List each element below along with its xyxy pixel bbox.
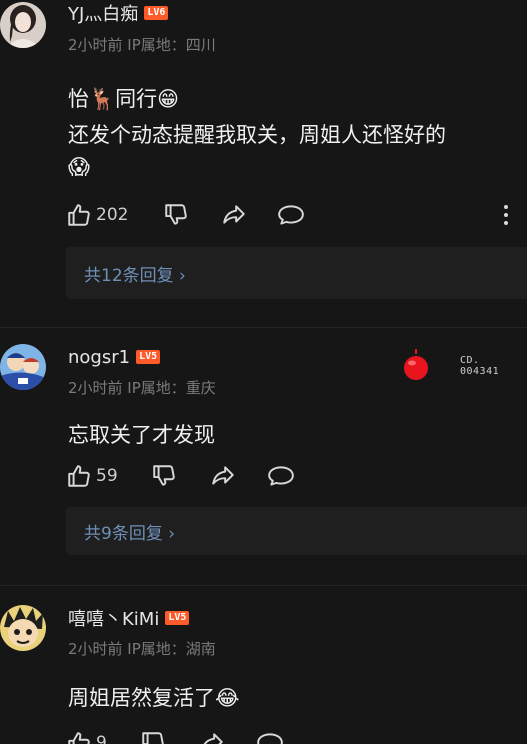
share-button[interactable] xyxy=(199,728,225,744)
comment-list: YJ灬白痴 LV6 2小时前 IP属地：四川 怡🦌同行😁 还发个动态提醒我取关，… xyxy=(0,0,527,744)
comment-meta: 2小时前 IP属地：四川 xyxy=(68,36,216,54)
share-icon xyxy=(203,733,223,744)
speech-bubble-icon xyxy=(278,205,304,225)
comment-button[interactable] xyxy=(277,200,305,230)
replies-count-label[interactable]: 共12条回复 › xyxy=(84,261,186,286)
thumbs-up-icon xyxy=(68,204,90,226)
like-button[interactable]: 9 xyxy=(66,728,107,744)
dislike-button[interactable] xyxy=(140,728,166,744)
share-icon xyxy=(223,205,245,224)
action-bar: 202 xyxy=(66,200,516,230)
replies-link[interactable]: 共9条回复 › xyxy=(66,507,527,555)
level-badge: LV5 xyxy=(136,350,161,364)
comment-button[interactable] xyxy=(256,728,284,744)
replies-count-label[interactable]: 共9条回复 › xyxy=(84,519,175,544)
user-row: YJ灬白痴 LV6 xyxy=(68,0,169,26)
comment-meta: 2小时前 IP属地：湖南 xyxy=(68,640,216,658)
like-button[interactable]: 59 xyxy=(66,461,118,491)
share-button[interactable] xyxy=(221,200,247,230)
like-count: 202 xyxy=(96,205,129,225)
dislike-button[interactable] xyxy=(163,200,189,230)
action-bar: 59 xyxy=(66,461,516,491)
cd-label-line: CD. xyxy=(460,355,480,366)
record-icon xyxy=(404,349,428,380)
thumbs-down-icon xyxy=(142,732,164,744)
record-indicator[interactable] xyxy=(401,348,431,386)
username[interactable]: YJ灬白痴 xyxy=(68,0,138,26)
share-button[interactable] xyxy=(210,461,236,491)
thumbs-up-icon xyxy=(68,732,90,744)
level-badge: LV6 xyxy=(144,6,169,20)
replies-link[interactable]: 共12条回复 › xyxy=(66,247,527,299)
dislike-button[interactable] xyxy=(151,461,177,491)
comment-text-line: 😱 xyxy=(68,155,90,179)
thumbs-up-icon xyxy=(68,465,90,487)
username[interactable]: 嘻嘻丶KiMi xyxy=(68,605,159,631)
thumbs-down-icon xyxy=(153,465,175,486)
like-count: 9 xyxy=(96,733,107,744)
username[interactable]: nogsr1 xyxy=(68,347,130,368)
level-badge: LV5 xyxy=(165,611,190,625)
comment-button[interactable] xyxy=(267,461,295,491)
comment-text-line: 怡🦌同行😁 xyxy=(68,87,180,111)
like-button[interactable]: 202 xyxy=(66,200,128,230)
comment-text-line: 忘取关了才发现 xyxy=(68,423,215,447)
user-row: 嘻嘻丶KiMi LV5 xyxy=(68,605,190,631)
cd-label: CD. 004341 xyxy=(460,355,499,377)
comment-meta: 2小时前 IP属地：重庆 xyxy=(68,379,216,397)
comment-text-line: 还发个动态提醒我取关，周姐人还怪好的 xyxy=(68,123,446,147)
speech-bubble-icon xyxy=(268,466,294,486)
comment-text-line: 周姐居然复活了😂 xyxy=(68,686,240,710)
share-icon xyxy=(212,466,234,485)
more-options-icon[interactable] xyxy=(496,203,516,227)
divider xyxy=(0,327,527,328)
speech-bubble-icon xyxy=(257,733,283,744)
divider xyxy=(0,585,527,586)
avatar[interactable] xyxy=(0,605,46,651)
user-row: nogsr1 LV5 xyxy=(68,346,161,368)
action-bar: 9 xyxy=(66,728,516,744)
avatar[interactable] xyxy=(0,344,46,390)
cd-label-line: 004341 xyxy=(460,366,500,377)
avatar[interactable] xyxy=(0,2,46,48)
thumbs-down-icon xyxy=(165,204,187,225)
like-count: 59 xyxy=(96,466,118,486)
